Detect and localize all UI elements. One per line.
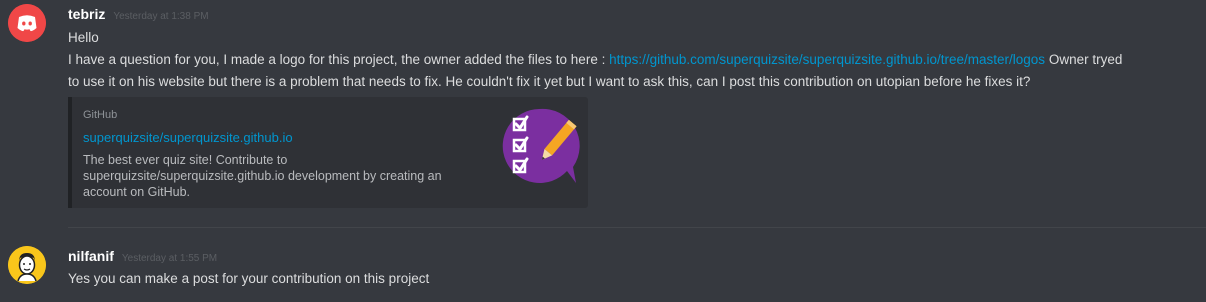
message-text: to use it on his website but there is a … [68, 74, 1031, 89]
username[interactable]: nilfanif [68, 248, 114, 264]
embed-description: The best ever quiz site! Contribute to s… [83, 153, 442, 199]
message-text: I have a question for you, I made a logo… [68, 49, 1122, 71]
message-header: nilfanif Yesterday at 1:55 PM [68, 248, 217, 264]
timestamp: Yesterday at 1:55 PM [121, 253, 218, 264]
username[interactable]: tebriz [68, 6, 105, 22]
message-text-part: Owner tryed [1048, 52, 1123, 67]
embed-provider: GitHub [83, 109, 118, 121]
message-text: Hello [68, 30, 99, 45]
avatar[interactable] [8, 246, 46, 284]
embed-thumbnail[interactable] [496, 103, 582, 189]
quiz-checklist-pencil-logo-icon [502, 108, 580, 183]
timestamp: Yesterday at 1:38 PM [113, 11, 209, 22]
embed-title-link[interactable]: superquizsite/superquizsite.github.io [83, 130, 293, 145]
message-divider [68, 227, 1206, 228]
message-group-nilfanif: nilfanif Yesterday at 1:55 PM Yes you ca… [0, 231, 1206, 302]
message-text-part: I have a question for you, I made a logo… [68, 52, 610, 67]
avatar[interactable] [8, 4, 46, 42]
link-embed: GitHub superquizsite/superquizsite.githu… [68, 97, 588, 208]
message-text: Yes you can make a post for your contrib… [68, 271, 430, 286]
discord-logo-icon [8, 4, 46, 42]
message-group-tebriz: tebriz Yesterday at 1:38 PM Hello I have… [0, 0, 1206, 226]
github-link[interactable]: https://github.com/superquizsite/superqu… [609, 52, 1045, 67]
message-header: tebriz Yesterday at 1:38 PM [68, 6, 209, 22]
cartoon-face-avatar-icon [8, 246, 46, 284]
